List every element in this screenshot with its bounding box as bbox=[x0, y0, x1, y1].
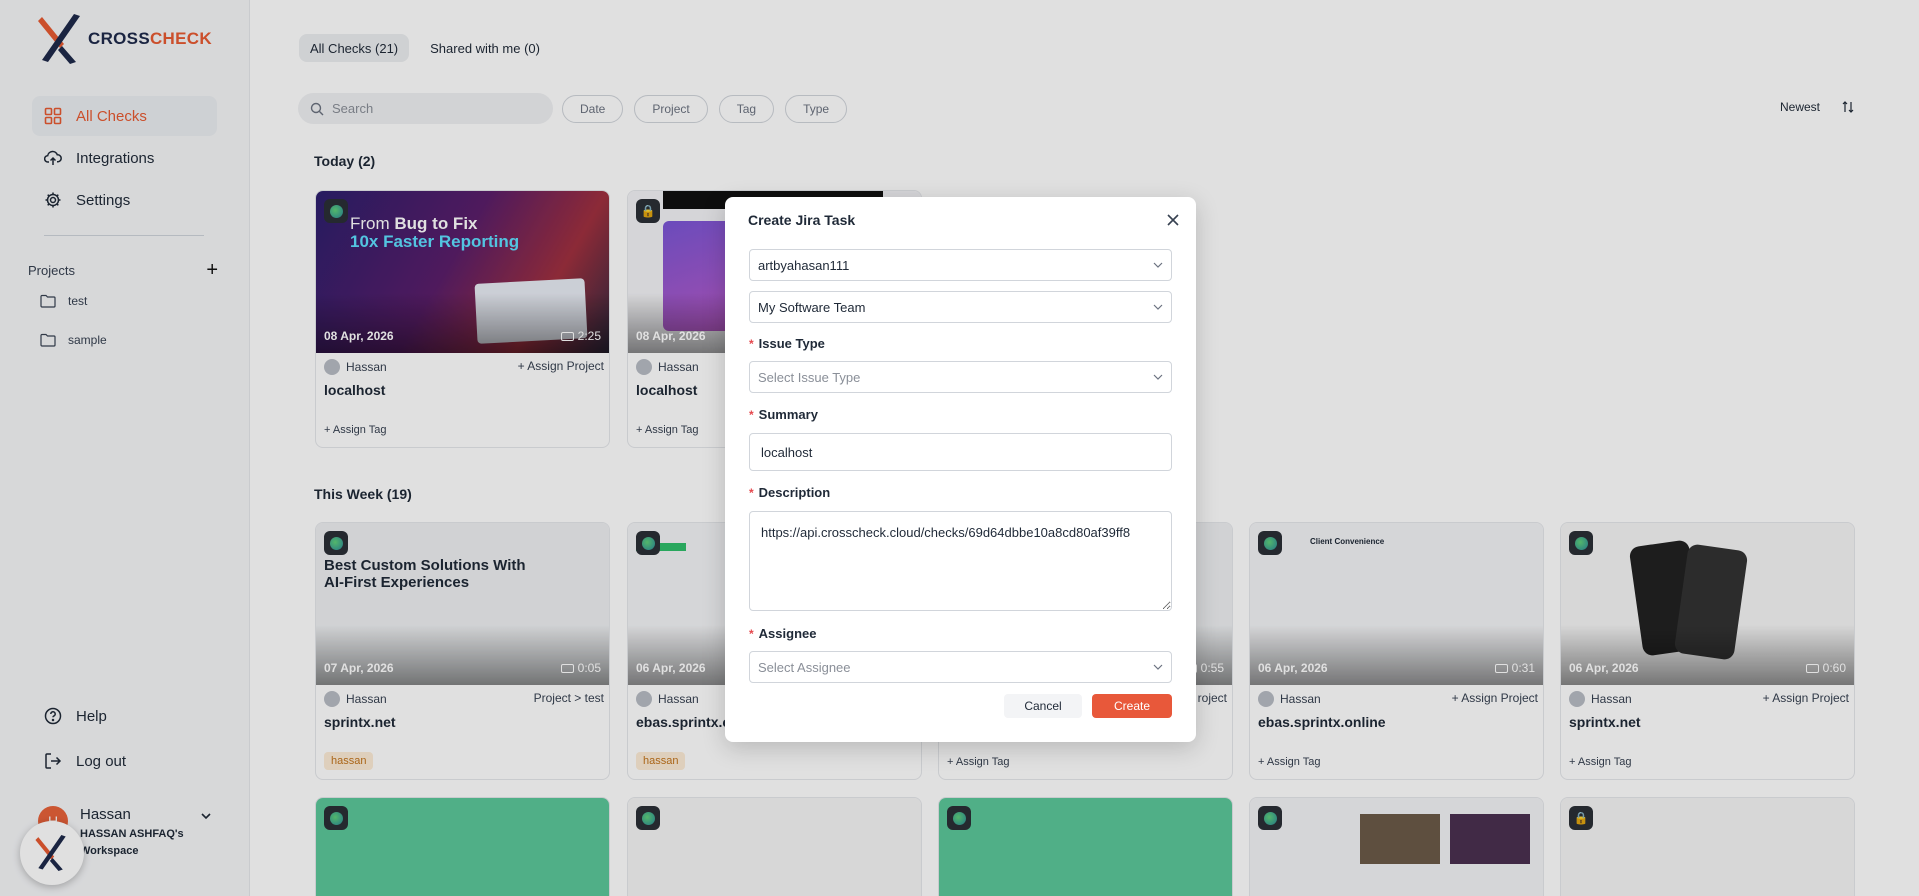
assignee-label: * Assignee bbox=[749, 626, 816, 641]
jira-project-select[interactable]: My Software Team bbox=[749, 291, 1172, 323]
summary-label-text: Summary bbox=[758, 407, 818, 422]
summary-label: * Summary bbox=[749, 407, 818, 422]
issue-type-placeholder: Select Issue Type bbox=[758, 369, 861, 385]
dialog-title: Create Jira Task bbox=[748, 212, 856, 228]
description-label-text: Description bbox=[758, 485, 831, 500]
description-textarea[interactable]: https://api.crosscheck.cloud/checks/69d6… bbox=[749, 511, 1172, 611]
required-marker: * bbox=[749, 336, 754, 351]
jira-project-value: My Software Team bbox=[758, 299, 866, 315]
required-marker: * bbox=[749, 407, 754, 422]
summary-input[interactable] bbox=[749, 433, 1172, 471]
required-marker: * bbox=[749, 626, 754, 641]
chevron-down-icon bbox=[1153, 304, 1163, 310]
create-button[interactable]: Create bbox=[1092, 694, 1172, 718]
chevron-down-icon bbox=[1153, 262, 1163, 268]
jira-site-select[interactable]: artbyahasan111 bbox=[749, 249, 1172, 281]
required-marker: * bbox=[749, 485, 754, 500]
jira-site-value: artbyahasan111 bbox=[758, 257, 850, 273]
cancel-button[interactable]: Cancel bbox=[1004, 694, 1082, 718]
chevron-down-icon bbox=[1153, 374, 1163, 380]
issue-type-select[interactable]: Select Issue Type bbox=[749, 361, 1172, 393]
issue-type-label-text: Issue Type bbox=[758, 336, 825, 351]
create-jira-task-dialog: Create Jira Task artbyahasan111 My Softw… bbox=[725, 197, 1196, 742]
assignee-select[interactable]: Select Assignee bbox=[749, 651, 1172, 683]
chevron-down-icon bbox=[1153, 664, 1163, 670]
description-label: * Description bbox=[749, 485, 830, 500]
assignee-label-text: Assignee bbox=[758, 626, 817, 641]
assignee-placeholder: Select Assignee bbox=[758, 659, 851, 675]
close-icon[interactable] bbox=[1165, 212, 1181, 228]
issue-type-label: * Issue Type bbox=[749, 336, 825, 351]
